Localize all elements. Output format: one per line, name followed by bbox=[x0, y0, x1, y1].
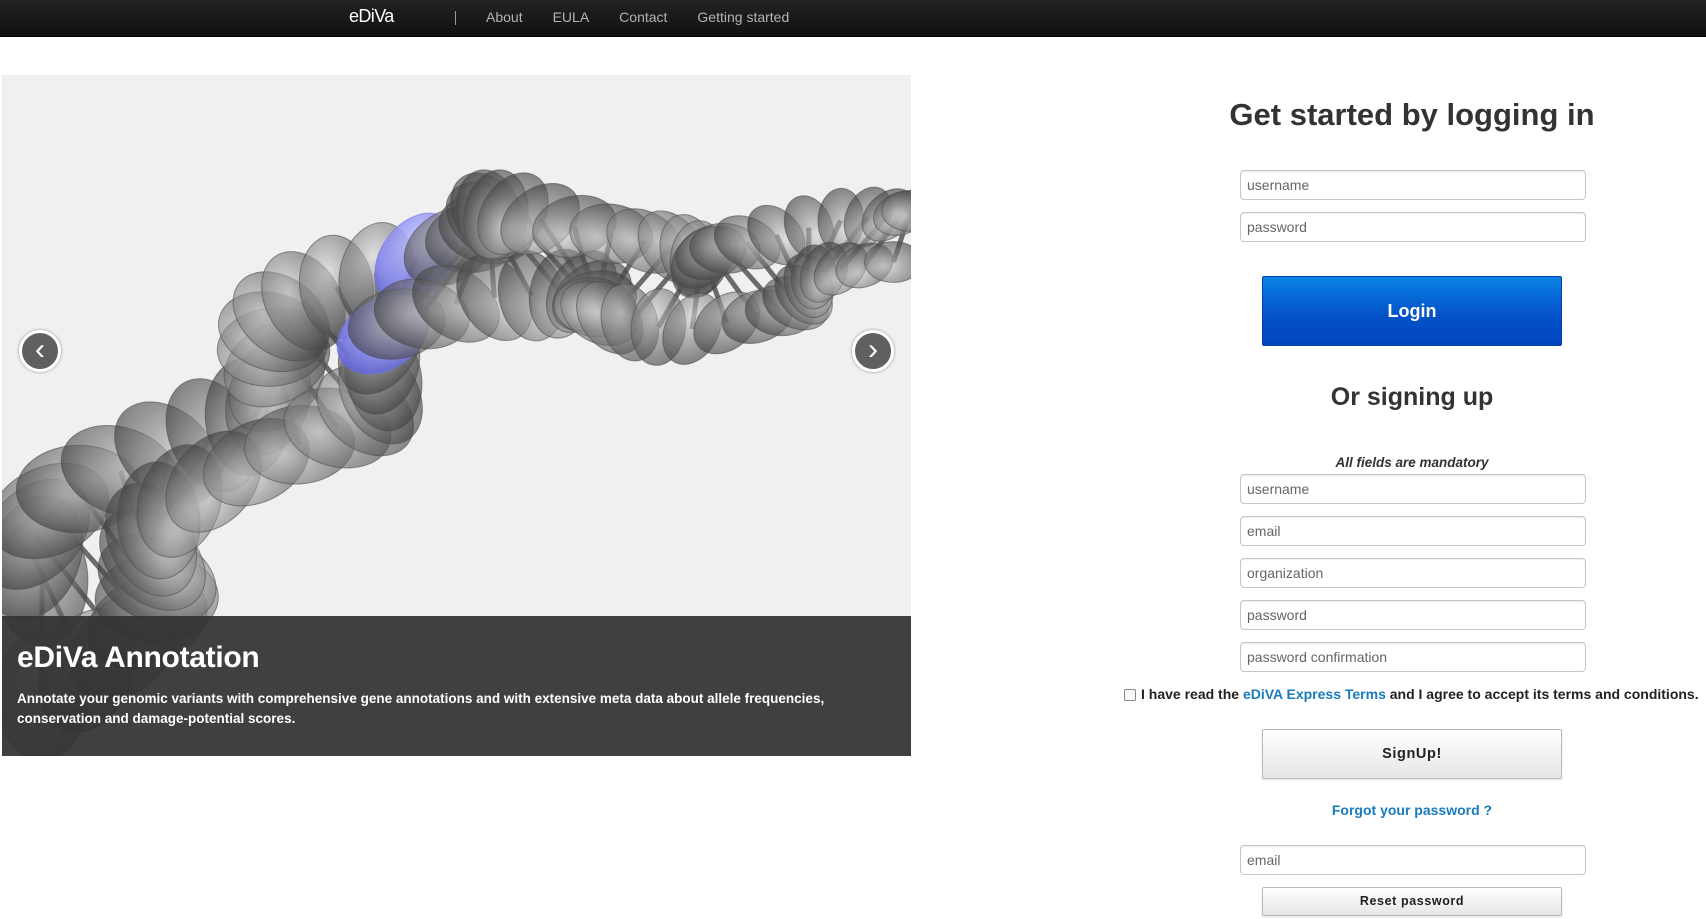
signup-password-input[interactable] bbox=[1240, 600, 1586, 630]
forgot-password-link[interactable]: Forgot your password ? bbox=[1212, 802, 1612, 818]
signup-password-confirmation-input[interactable] bbox=[1240, 642, 1586, 672]
terms-link[interactable]: eDiVA Express Terms bbox=[1243, 686, 1386, 702]
terms-prefix: I have read the bbox=[1141, 686, 1240, 702]
nav-link-about[interactable]: About bbox=[486, 9, 523, 25]
signup-button[interactable]: SignUp! bbox=[1262, 729, 1562, 779]
reset-password-button[interactable]: Reset password bbox=[1262, 887, 1562, 916]
nav-link-getting-started[interactable]: Getting started bbox=[697, 9, 789, 25]
caption-title: eDiVa Annotation bbox=[17, 641, 260, 674]
brand-logo[interactable]: eDiVa bbox=[349, 6, 394, 27]
reset-email-input[interactable] bbox=[1240, 845, 1586, 875]
login-button[interactable]: Login bbox=[1262, 276, 1562, 346]
chevron-left-icon: ‹ bbox=[35, 333, 45, 366]
nav-divider bbox=[455, 11, 456, 25]
nav-links: About EULA Contact Getting started bbox=[486, 9, 789, 25]
caption-text: Annotate your genomic variants with comp… bbox=[17, 691, 825, 726]
carousel-next-button[interactable]: › bbox=[852, 330, 894, 372]
signup-organization-input[interactable] bbox=[1240, 558, 1586, 588]
carousel-caption: eDiVa Annotation Annotate your genomic v… bbox=[2, 616, 911, 756]
carousel-prev-button[interactable]: ‹ bbox=[19, 330, 61, 372]
chevron-right-icon: › bbox=[868, 333, 878, 366]
mandatory-note: All fields are mandatory bbox=[1335, 455, 1489, 470]
nav-link-eula[interactable]: EULA bbox=[553, 9, 590, 25]
terms-checkbox[interactable] bbox=[1124, 689, 1136, 701]
top-navbar: eDiVa About EULA Contact Getting started bbox=[0, 0, 1706, 37]
signup-heading: Or signing up bbox=[1330, 383, 1494, 411]
signup-username-input[interactable] bbox=[1240, 474, 1586, 504]
terms-suffix: and I agree to accept its terms and cond… bbox=[1389, 686, 1699, 702]
login-username-input[interactable] bbox=[1240, 170, 1586, 200]
login-heading: Get started by logging in bbox=[1229, 97, 1595, 132]
feature-carousel: ‹ › eDiVa Annotation Annotate your genom… bbox=[2, 75, 911, 756]
nav-link-contact[interactable]: Contact bbox=[619, 9, 667, 25]
signup-email-input[interactable] bbox=[1240, 516, 1586, 546]
login-password-input[interactable] bbox=[1240, 212, 1586, 242]
terms-row: I have read the eDiVA Express Terms and … bbox=[1124, 686, 1706, 702]
